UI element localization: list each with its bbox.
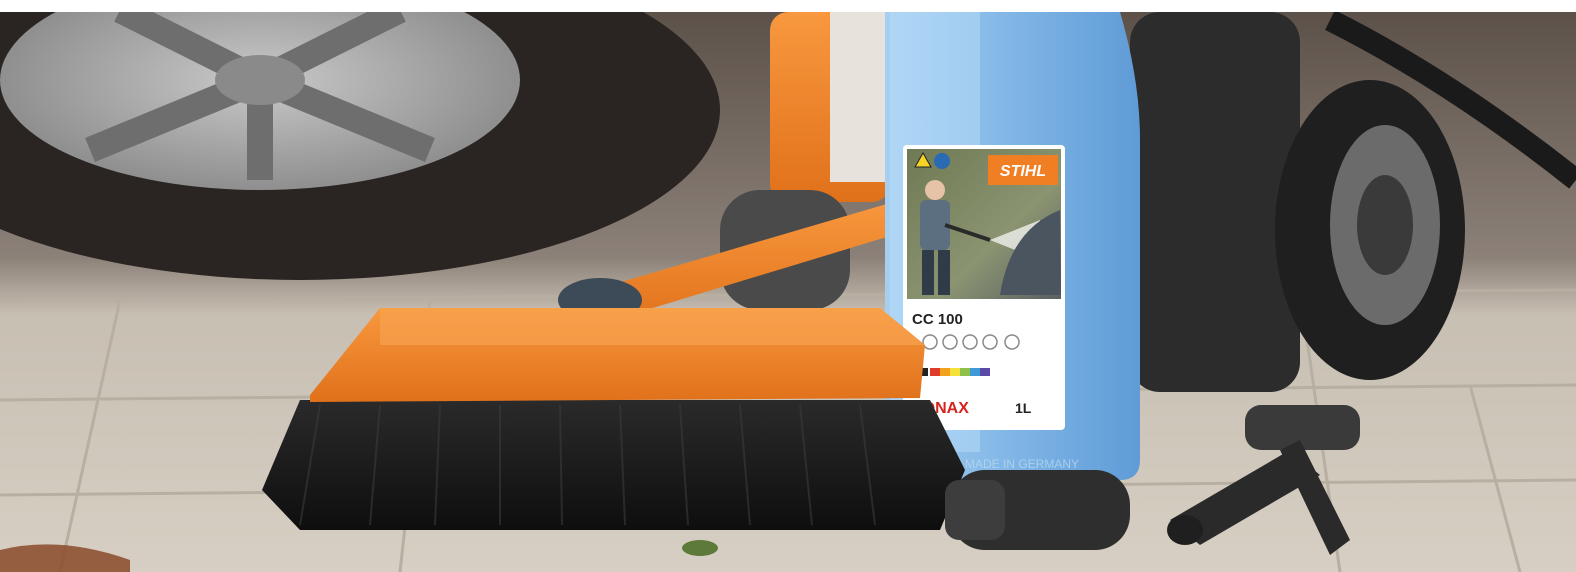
embossed-text: MADE IN GERMANY: [965, 457, 1079, 471]
stihl-logo-text: STIHL: [1000, 163, 1046, 180]
volume-label: 1L: [1015, 400, 1032, 416]
photo-illustration: STIHL CC 100 SONAX 1L MADE IN GERMANY: [0, 0, 1576, 572]
moss: [682, 540, 718, 556]
product-name: CC 100: [912, 311, 963, 328]
product-photo-scene: STIHL CC 100 SONAX 1L MADE IN GERMANY: [0, 0, 1576, 572]
brush-head: [262, 308, 965, 530]
top-band: [0, 0, 1576, 12]
ph-scale: [920, 368, 990, 376]
info-icon: [934, 153, 950, 169]
